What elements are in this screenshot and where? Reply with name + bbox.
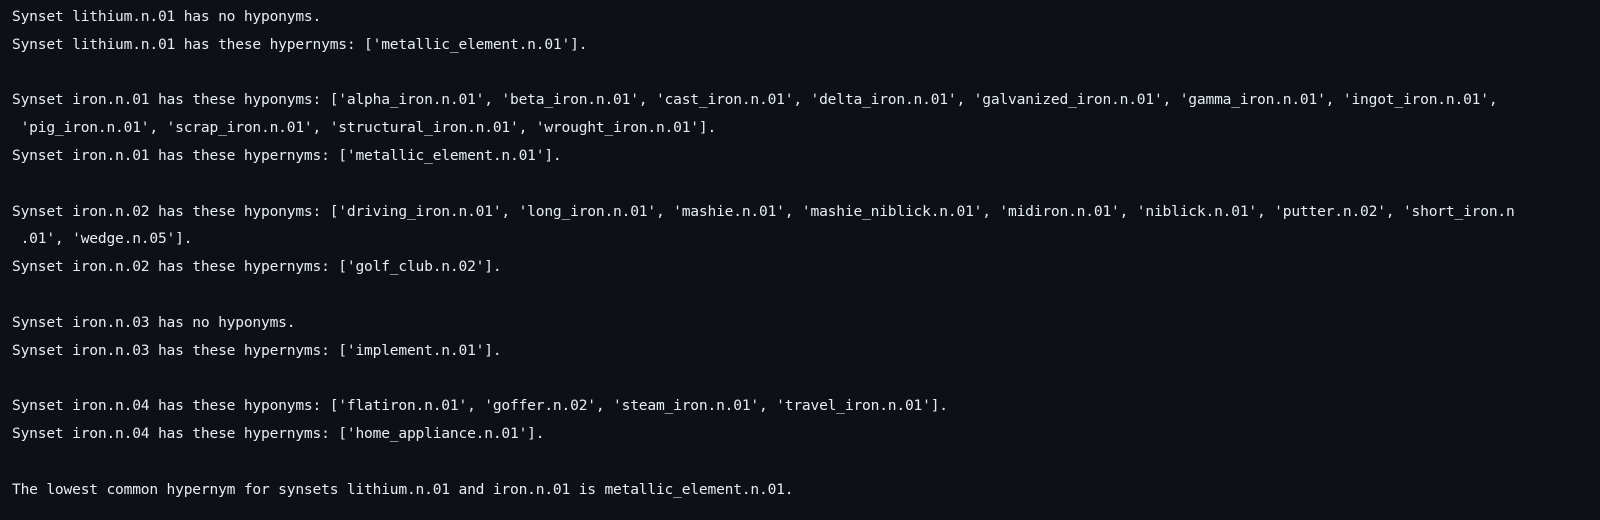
output-line: .01', 'wedge.n.05']. <box>12 230 193 248</box>
output-line: Synset iron.n.04 has these hypernyms: ['… <box>12 424 545 442</box>
output-line: Synset lithium.n.01 has no hyponyms. <box>12 8 322 25</box>
output-line: Synset iron.n.03 has no hyponyms. <box>12 313 296 331</box>
output-line: Synset iron.n.04 has these hyponyms: ['f… <box>12 397 948 415</box>
output-pane: Synset lithium.n.01 has no hyponyms. Syn… <box>0 0 1600 520</box>
output-line: Synset iron.n.01 has these hypernyms: ['… <box>12 146 562 164</box>
output-line: Synset iron.n.02 has these hypernyms: ['… <box>12 258 502 276</box>
output-line: Synset lithium.n.01 has these hypernyms:… <box>12 35 588 53</box>
output-line: Synset iron.n.03 has these hypernyms: ['… <box>12 341 502 359</box>
output-line: 'pig_iron.n.01', 'scrap_iron.n.01', 'str… <box>12 119 717 137</box>
output-line: The lowest common hypernym for synsets l… <box>12 480 794 498</box>
output-line: Synset iron.n.02 has these hyponyms: ['d… <box>12 202 1515 220</box>
output-line: Synset iron.n.01 has these hyponyms: ['a… <box>12 91 1498 109</box>
